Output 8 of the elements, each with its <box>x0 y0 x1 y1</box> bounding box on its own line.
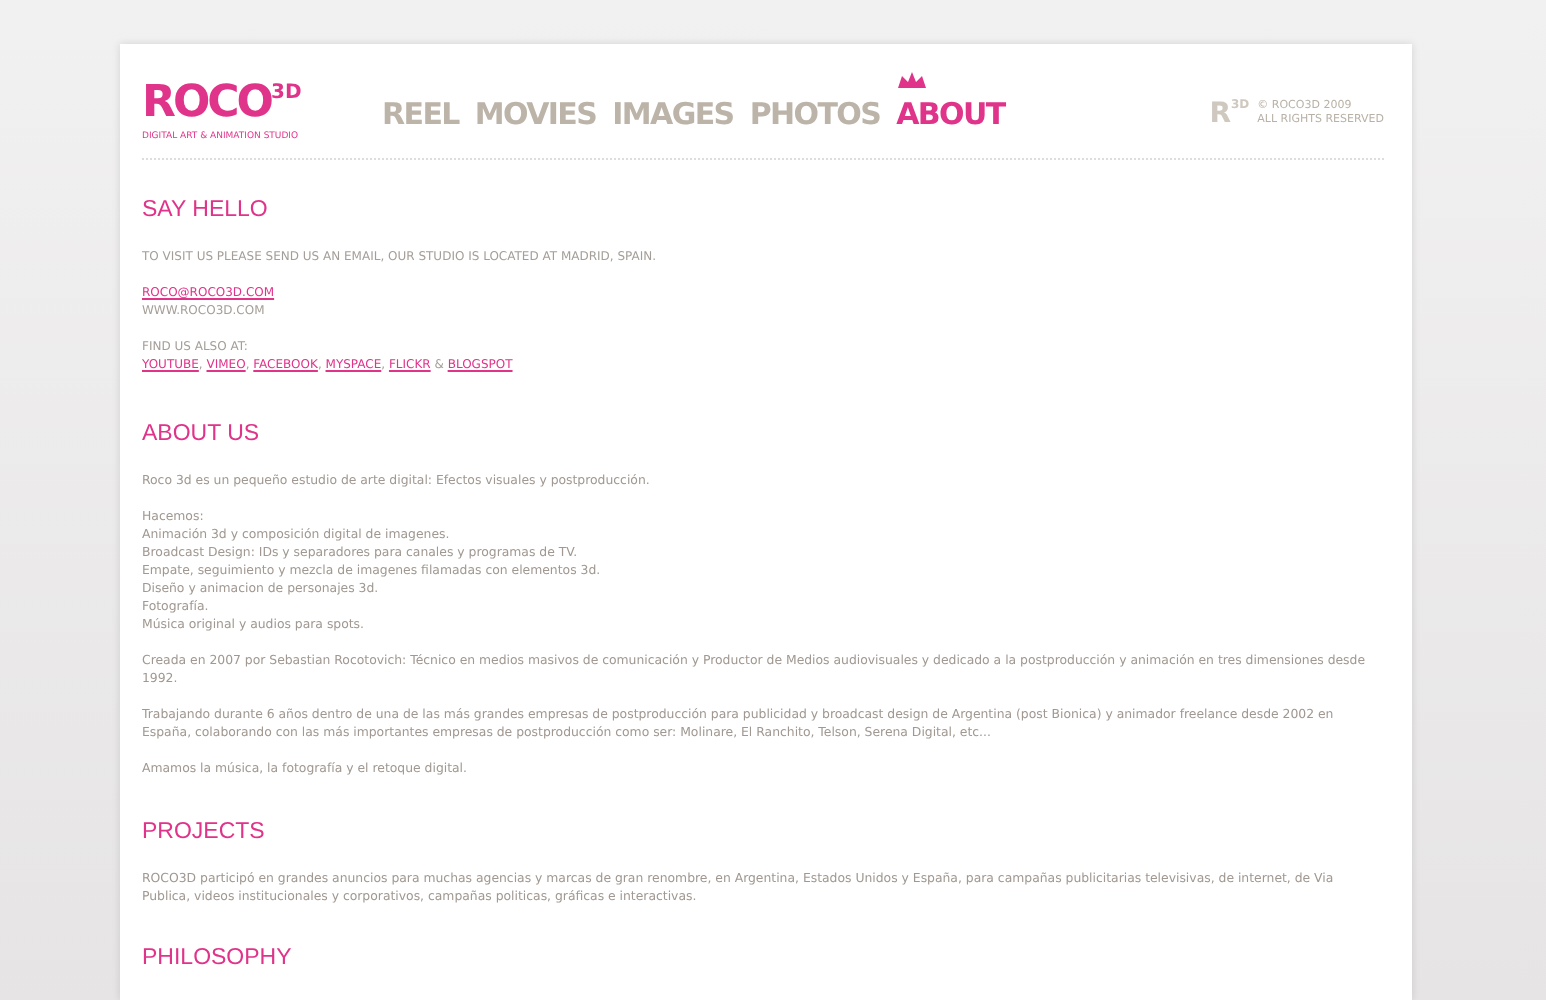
site-logo[interactable]: ROCO$^{3D}$ <box>142 84 382 124</box>
section-heading: SAY HELLO <box>142 198 270 224</box>
section-heading: PROJECTS <box>142 820 267 846</box>
small-logo: R$^{3D}$ <box>1209 100 1250 128</box>
section-heading: ABOUT US <box>142 422 262 448</box>
nav-link[interactable]: ABOUT <box>896 96 1005 132</box>
section-heading: PHILOSOPHY <box>142 946 294 972</box>
crown-icon <box>896 70 929 90</box>
